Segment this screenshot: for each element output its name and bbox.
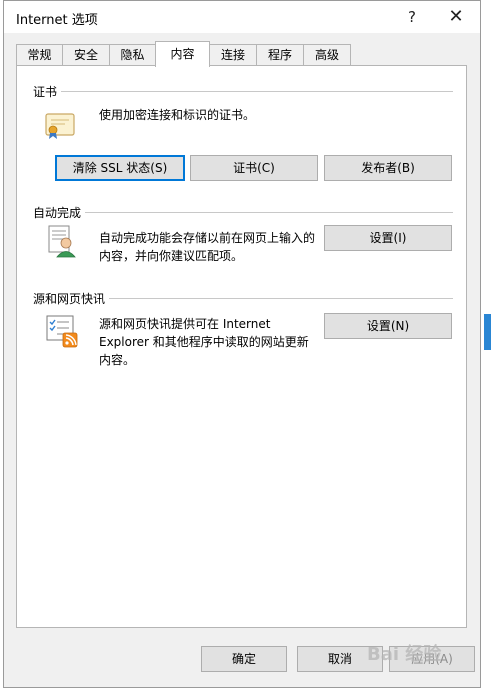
tab-general[interactable]: 常规 xyxy=(16,44,63,65)
feeds-description-line2: Explorer 和其他程序中读取的网站更新 xyxy=(99,335,309,349)
autocomplete-user-icon xyxy=(48,225,76,258)
tab-security[interactable]: 安全 xyxy=(62,44,110,65)
certificate-icon xyxy=(45,113,75,139)
autocomplete-description-line2: 内容，并向你建议匹配项。 xyxy=(99,249,244,263)
clear-ssl-state-button[interactable]: 清除 SSL 状态(S) xyxy=(55,155,185,181)
internet-options-dialog: Internet 选项 ? ✕ 常规 安全 隐私 内容 连接 程序 高级 证书 xyxy=(3,0,481,688)
autocomplete-divider xyxy=(33,212,453,213)
certificates-group-title: 证书 xyxy=(33,83,62,100)
close-button[interactable]: ✕ xyxy=(440,1,472,33)
tab-connections[interactable]: 连接 xyxy=(209,44,257,65)
tab-content[interactable]: 内容 xyxy=(155,41,210,67)
content-tab-panel: 证书 使用加密连接和标识的证书。 清除 SSL 状态(S) 证书(C) 发布者(… xyxy=(16,65,467,628)
background-window-edge xyxy=(484,314,491,350)
ok-button[interactable]: 确定 xyxy=(201,646,287,672)
certificates-divider xyxy=(33,91,453,92)
feeds-group-title: 源和网页快讯 xyxy=(33,290,110,307)
cancel-button[interactable]: 取消 xyxy=(297,646,383,672)
rss-feed-icon xyxy=(46,315,78,348)
help-button[interactable]: ? xyxy=(396,1,428,33)
autocomplete-group-title: 自动完成 xyxy=(33,204,86,221)
feeds-description-line1: 源和网页快讯提供可在 Internet xyxy=(99,317,271,331)
autocomplete-settings-button[interactable]: 设置(I) xyxy=(324,225,452,251)
apply-button[interactable]: 应用(A) xyxy=(389,646,475,672)
screen: Internet 选项 ? ✕ 常规 安全 隐私 内容 连接 程序 高级 证书 xyxy=(0,0,491,692)
tab-privacy[interactable]: 隐私 xyxy=(109,44,156,65)
tab-advanced[interactable]: 高级 xyxy=(303,44,351,65)
feeds-settings-button[interactable]: 设置(N) xyxy=(324,313,452,339)
publishers-button[interactable]: 发布者(B) xyxy=(324,155,452,181)
tab-programs[interactable]: 程序 xyxy=(256,44,304,65)
window-title: Internet 选项 xyxy=(16,13,98,28)
feeds-description-line3: 内容。 xyxy=(99,353,136,367)
certificates-button[interactable]: 证书(C) xyxy=(190,155,318,181)
certificates-description: 使用加密连接和标识的证书。 xyxy=(99,108,256,122)
autocomplete-description-line1: 自动完成功能会存储以前在网页上输入的 xyxy=(99,231,316,245)
title-bar: Internet 选项 ? ✕ xyxy=(4,1,480,33)
